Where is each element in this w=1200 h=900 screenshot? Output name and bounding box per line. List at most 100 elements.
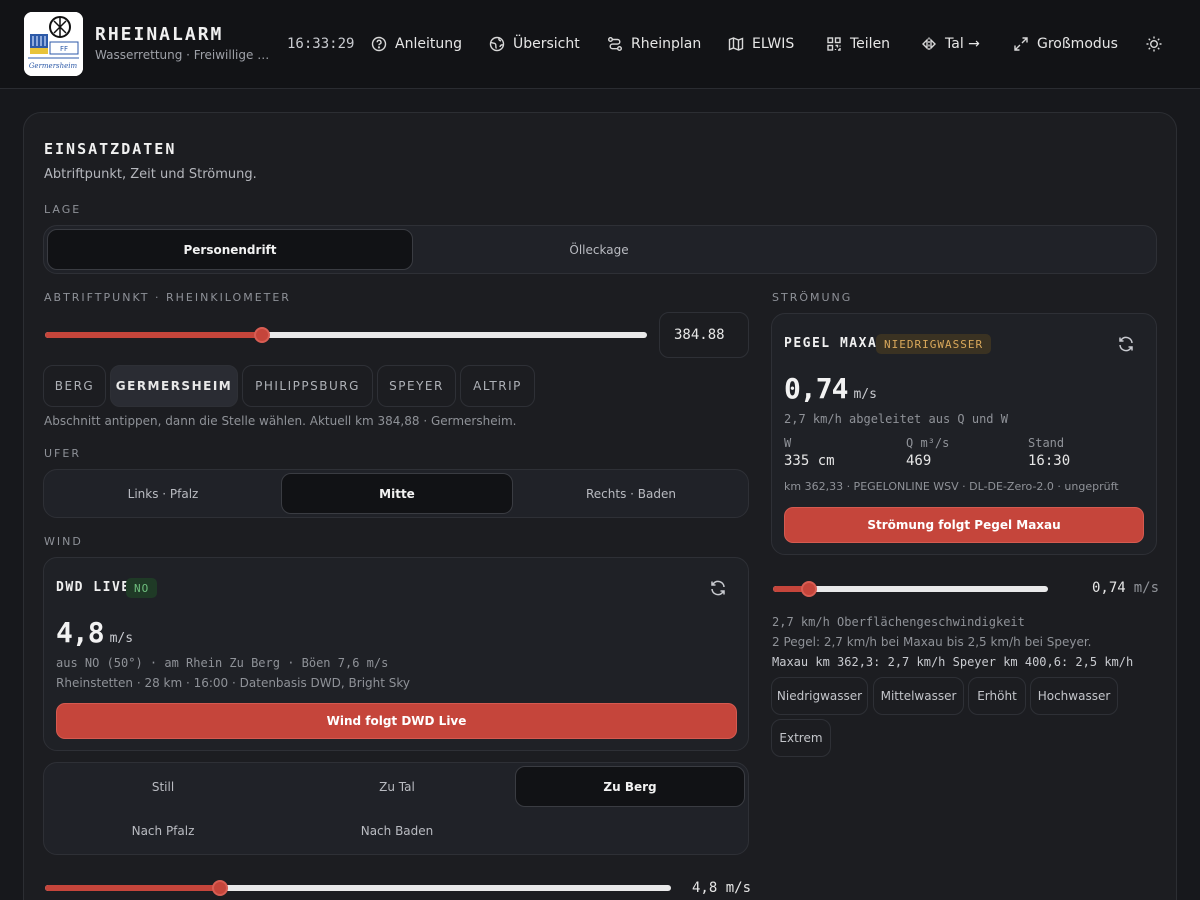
wind-speed-value: 4,8 (56, 616, 105, 649)
expand-icon (1014, 37, 1028, 51)
gauges-detail: Maxau km 362,3: 2,7 km/h Speyer km 400,6… (772, 655, 1134, 669)
lage-label: LAGE (44, 203, 82, 216)
current-follow-button[interactable]: Strömung folgt Pegel Maxau (784, 507, 1144, 543)
section-altrip[interactable]: ALTRIP (460, 365, 535, 407)
stat-q-value: 469 (906, 453, 932, 469)
flip-icon (922, 37, 936, 51)
nav-teilen-label: Teilen (850, 36, 891, 52)
nav-tal[interactable]: Tal → (921, 34, 980, 54)
level-niedrigwasser[interactable]: Niedrigwasser (771, 677, 868, 715)
nav-grossmodus-label: Großmodus (1037, 36, 1118, 52)
stroemung-label: STRÖMUNG (772, 291, 853, 304)
ufer-label: UFER (44, 447, 81, 460)
wind-slider-fill (45, 885, 221, 891)
km-input[interactable]: 384.88 (659, 312, 749, 358)
app-title: RHEINALARM (95, 24, 224, 45)
fire-brigade-logo: FF Germersheim (24, 12, 83, 76)
direction-zu-tal[interactable]: Zu Tal (281, 766, 513, 807)
level-erhoeht[interactable]: Erhöht (968, 677, 1026, 715)
ufer-links[interactable]: Links · Pfalz (47, 473, 279, 514)
wind-panel: DWD LIVE NO 4,8 m/s aus NO (50°) · am Rh… (43, 557, 749, 751)
level-mittelwasser[interactable]: Mittelwasser (873, 677, 964, 715)
sun-icon[interactable] (1145, 35, 1163, 53)
lage-switch: Personendrift Ölleckage (43, 225, 1157, 274)
level-extrem[interactable]: Extrem (771, 719, 831, 757)
direction-still[interactable]: Still (47, 766, 279, 807)
globe-icon (489, 36, 505, 52)
wind-slider[interactable] (45, 880, 671, 896)
direction-nach-baden[interactable]: Nach Baden (281, 810, 513, 851)
logo-lettering: FF (60, 45, 68, 53)
current-speed-value: 0,74 (784, 372, 848, 405)
wind-slider-value: 4,8 m/s (692, 880, 752, 896)
section-speyer[interactable]: SPEYER (377, 365, 456, 407)
ufer-rechts[interactable]: Rechts · Baden (515, 473, 747, 514)
nav-grossmodus[interactable]: Großmodus (1013, 34, 1118, 54)
lage-oelleckage[interactable]: Ölleckage (415, 229, 783, 270)
current-slider-value: 0,74 (1092, 580, 1126, 596)
stat-stand-label: Stand (1028, 436, 1065, 450)
nav-elwis-label: ELWIS (752, 36, 795, 52)
section-subtitle: Abtriftpunkt, Zeit und Strömung. (44, 167, 257, 182)
abtrift-label: ABTRIFTPUNKT · RHEINKILOMETER (44, 291, 291, 304)
current-derived: 2,7 km/h abgeleitet aus Q und W (784, 412, 1008, 426)
top-bar: FF Germersheim RHEINALARM Wasserrettung … (0, 0, 1200, 89)
wind-label: WIND (44, 535, 83, 548)
nav-anleitung[interactable]: Anleitung (371, 34, 462, 54)
wind-slider-handle[interactable] (212, 880, 229, 896)
nav-anleitung-label: Anleitung (395, 36, 462, 52)
ufer-switch: Links · Pfalz Mitte Rechts · Baden (43, 469, 749, 518)
wind-source: Rheinstetten · 28 km · 16:00 · Datenbasi… (56, 676, 411, 690)
map-icon (728, 37, 744, 51)
gauge-status-badge: NIEDRIGWASSER (876, 334, 992, 354)
wind-follow-button[interactable]: Wind folgt DWD Live (56, 703, 737, 739)
stat-stand-value: 16:30 (1028, 453, 1071, 469)
nav-tal-label: Tal → (945, 36, 980, 52)
refresh-icon[interactable] (1117, 335, 1135, 353)
clock: 16:33:29 (287, 36, 355, 52)
section-berg[interactable]: BERG (43, 365, 106, 407)
section-title: EINSATZDATEN (44, 140, 177, 158)
wind-badge: NO (126, 578, 158, 598)
nav-rheinplan-label: Rheinplan (631, 36, 702, 52)
lage-personendrift[interactable]: Personendrift (47, 229, 413, 270)
section-germersheim[interactable]: GERMERSHEIM (110, 365, 238, 407)
surface-speed: 2,7 km/h Oberflächengeschwindigkeit (772, 615, 1025, 629)
wind-speed: 4,8 m/s (56, 616, 133, 649)
refresh-icon[interactable] (709, 579, 727, 597)
gauge-source: km 362,33 · PEGELONLINE WSV · DL-DE-Zero… (784, 480, 1119, 493)
level-hochwasser[interactable]: Hochwasser (1030, 677, 1118, 715)
nav-uebersicht[interactable]: Übersicht (489, 34, 580, 54)
current-speed-unit: m/s (853, 387, 877, 402)
wind-direction-switch: Still Zu Tal Zu Berg Nach Pfalz Nach Bad… (43, 762, 749, 855)
route-icon (608, 37, 622, 51)
einsatzdaten-card: EINSATZDATEN Abtriftpunkt, Zeit und Strö… (23, 112, 1177, 900)
direction-nach-pfalz[interactable]: Nach Pfalz (47, 810, 279, 851)
nav-uebersicht-label: Übersicht (513, 36, 580, 52)
current-slider-unit: m/s (1133, 580, 1160, 596)
wind-speed-unit: m/s (109, 631, 134, 646)
stat-w-label: W (784, 436, 792, 450)
current-slider-readout: 0,74 m/s (1092, 580, 1159, 596)
wind-detail: aus NO (50°) · am Rhein Zu Berg · Böen 7… (56, 656, 389, 670)
qr-code-icon (827, 37, 841, 51)
nav-elwis[interactable]: ELWIS (728, 34, 794, 54)
current-slider[interactable] (773, 581, 1048, 597)
app-subtitle: Wasserrettung · Freiwillige Feuerwehr Ge… (95, 48, 275, 62)
section-philippsburg[interactable]: PHILIPPSBURG (242, 365, 373, 407)
direction-zu-berg[interactable]: Zu Berg (515, 766, 745, 807)
stat-w-value: 335 cm (784, 453, 835, 469)
stat-q-label: Q m³/s (906, 436, 950, 450)
km-slider[interactable] (45, 327, 647, 343)
current-slider-handle[interactable] (800, 581, 817, 597)
gauge-title: PEGEL MAXAU (784, 336, 887, 351)
current-speed: 0,74 m/s (784, 372, 877, 405)
gauges-note: 2 Pegel: 2,7 km/h bei Maxau bis 2,5 km/h… (772, 635, 1092, 649)
km-slider-fill (45, 332, 262, 338)
ufer-mitte[interactable]: Mitte (281, 473, 513, 514)
help-circle-icon (371, 36, 387, 52)
logo-script: Germersheim (29, 62, 78, 70)
nav-teilen[interactable]: Teilen (826, 34, 890, 54)
nav-rheinplan[interactable]: Rheinplan (607, 34, 701, 54)
km-slider-handle[interactable] (253, 327, 270, 343)
